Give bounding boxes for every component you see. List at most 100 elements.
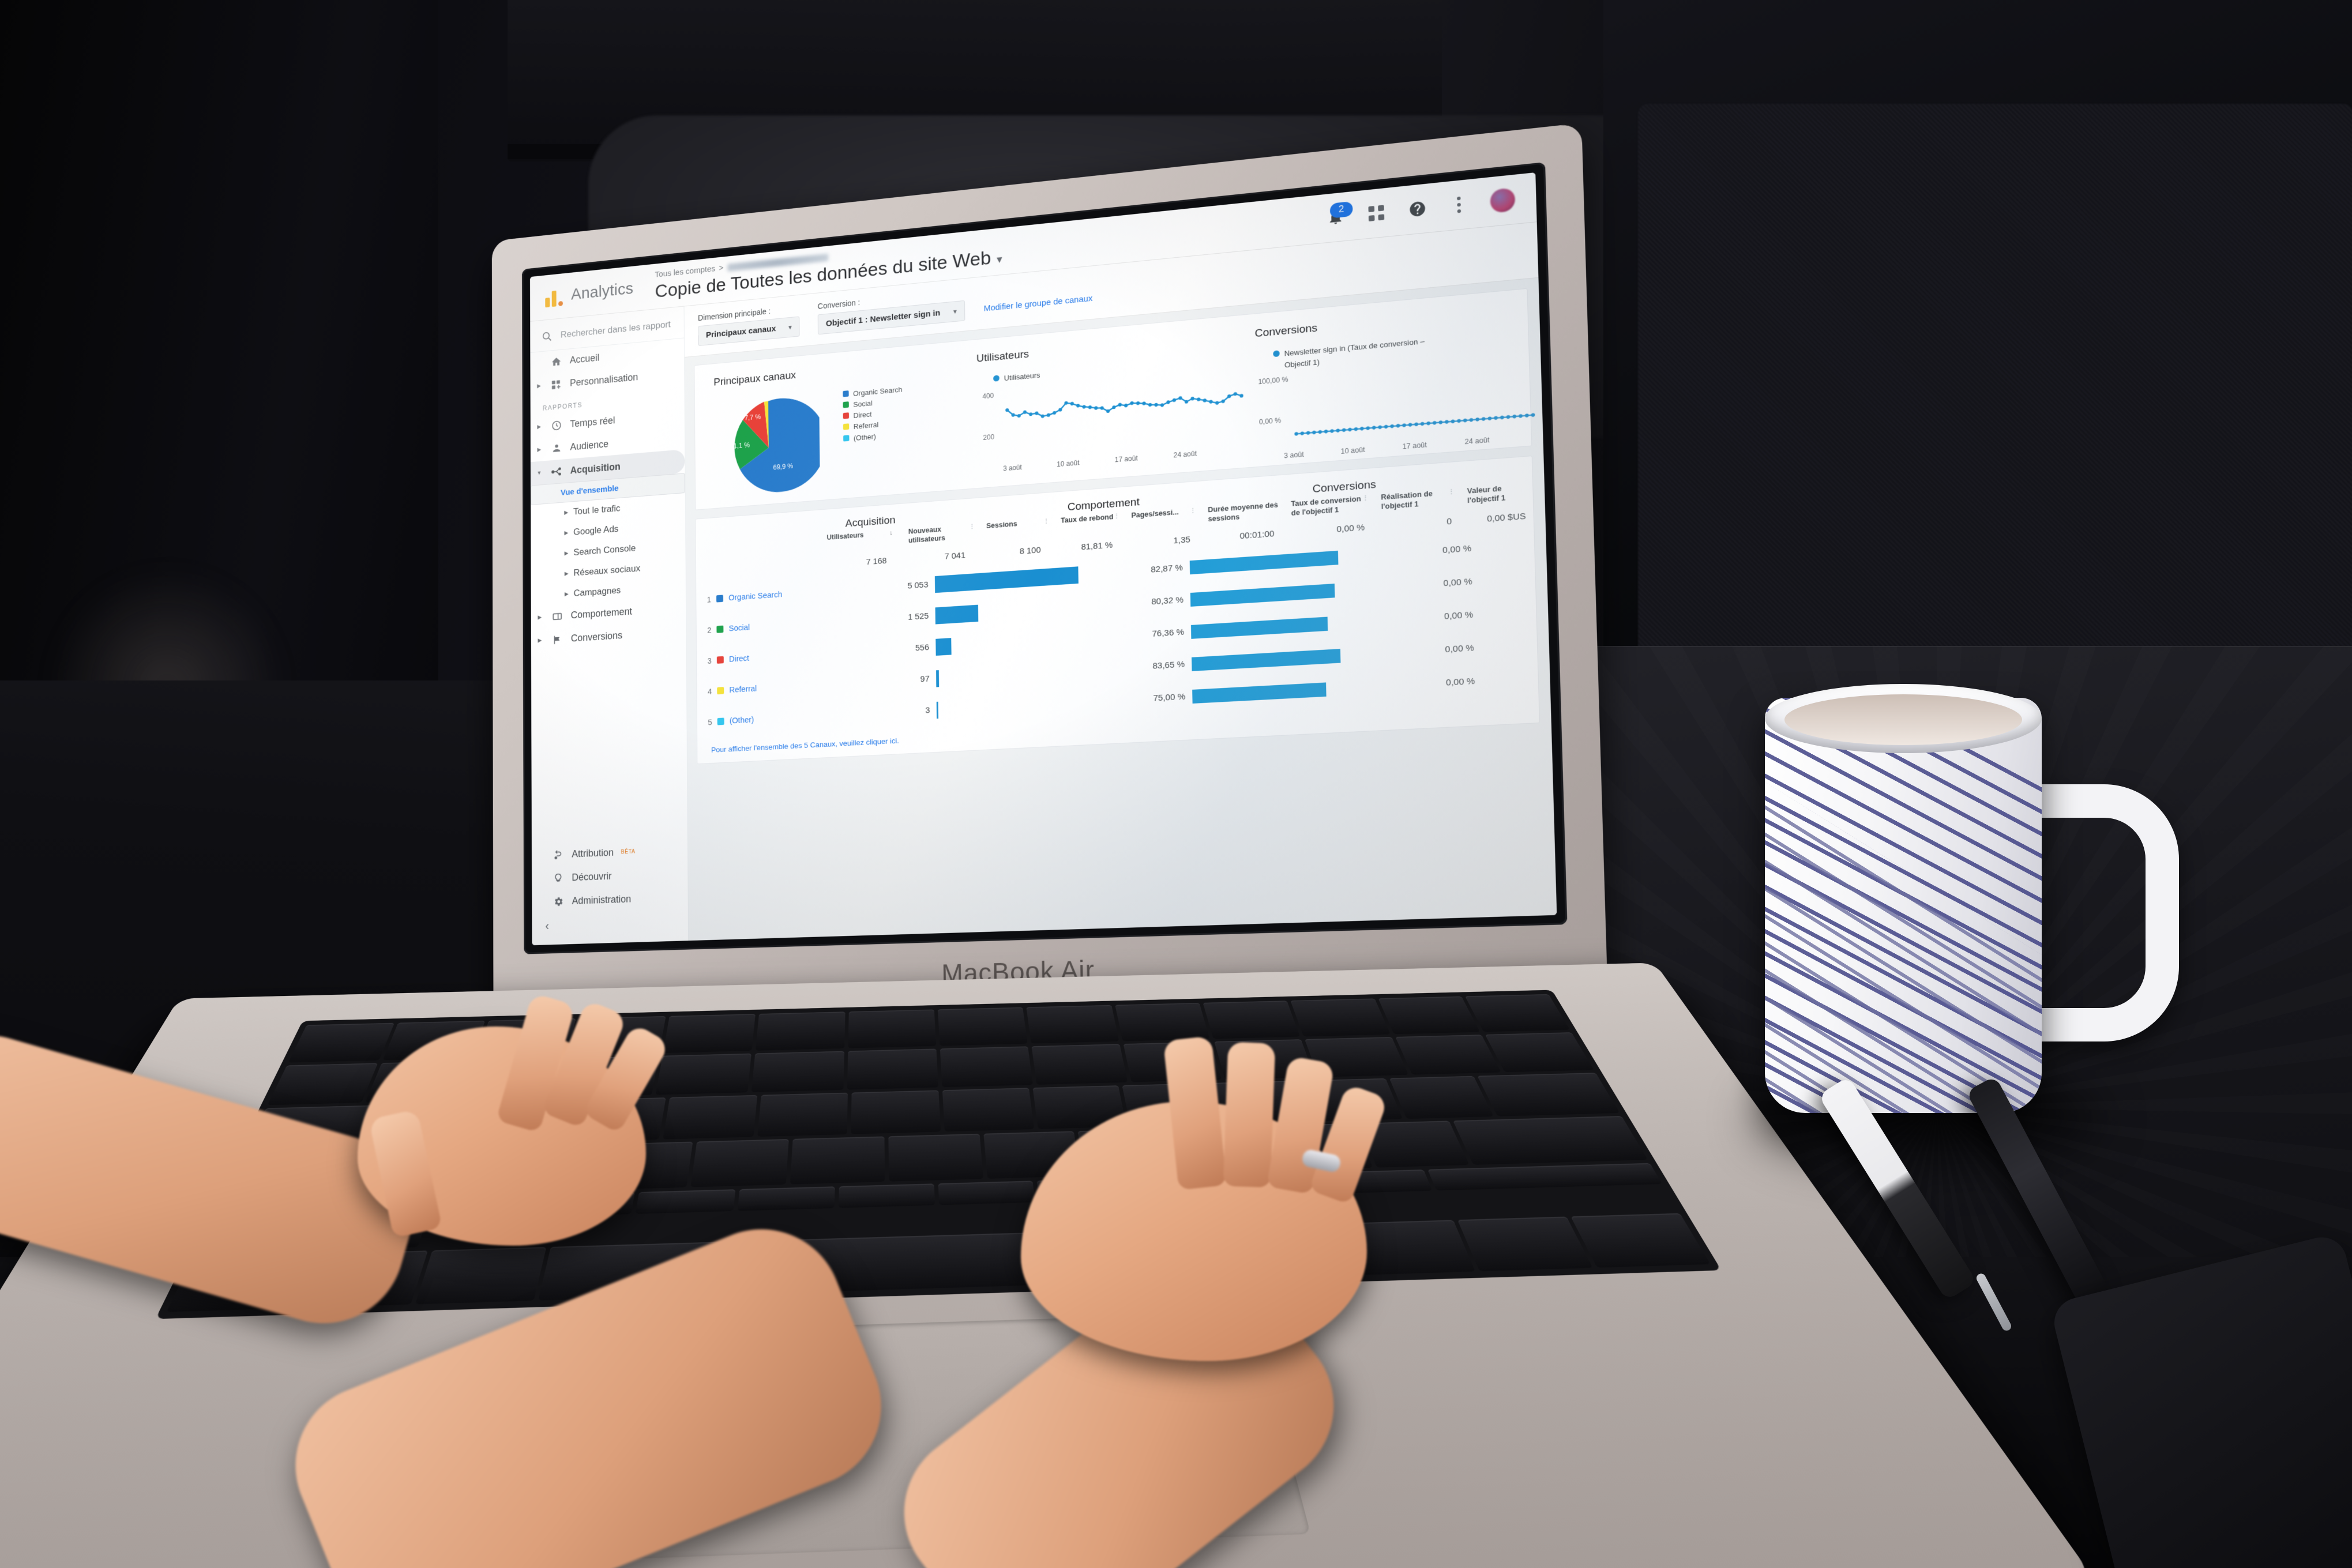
app-body: Rechercher dans les rapport Accueil ▶ Pe… <box>530 222 1557 946</box>
row-bounce-bar <box>1189 550 1339 574</box>
x-tick: 10 août <box>1340 445 1365 456</box>
keyboard-key[interactable] <box>851 1090 941 1135</box>
chevron-right-icon[interactable]: ▶ <box>564 509 568 516</box>
row-users-bar <box>935 604 978 625</box>
column-separator: ⋮ <box>1113 513 1120 521</box>
chevron-right-icon[interactable]: ▶ <box>565 591 569 597</box>
avatar[interactable] <box>1490 187 1516 213</box>
analytics-logo-icon <box>545 285 563 308</box>
keyboard-key[interactable] <box>751 1051 844 1093</box>
chevron-right-icon[interactable]: ▶ <box>536 614 543 621</box>
keyboard-key[interactable] <box>737 1186 835 1212</box>
keyboard-key[interactable] <box>1452 1116 1648 1165</box>
row-color-swatch <box>717 687 724 695</box>
y-tick-200: 200 <box>983 433 995 442</box>
person-icon <box>550 442 563 454</box>
keyboard-key[interactable] <box>1477 1073 1620 1117</box>
edit-channel-group-link[interactable]: Modifier le groupe de canaux <box>983 294 1092 313</box>
app-name: Analytics <box>570 279 634 304</box>
row-users-bar <box>934 566 1079 593</box>
col-realisation-objectif1[interactable]: ⋮ Réalisation de l'objectif 1 <box>1362 488 1456 512</box>
notifications-bell-icon[interactable]: 2 <box>1325 201 1353 228</box>
keyboard-key[interactable] <box>1485 1032 1594 1073</box>
conversion-value: Objectif 1 : Newsletter sign in <box>825 308 941 329</box>
sidebar-subitem-label: Campagnes <box>573 585 621 599</box>
row-bounce-bar <box>1192 682 1327 704</box>
sidebar-item-label: Découvrir <box>572 870 612 883</box>
chevron-right-icon[interactable]: ▶ <box>536 447 543 453</box>
sidebar-item-label: Temps réel <box>570 415 615 430</box>
y-tick-400: 400 <box>982 392 994 401</box>
row-bounce-bar <box>1190 616 1328 639</box>
x-tick: 24 août <box>1173 449 1197 460</box>
total-taux-conversion: 0,00 % <box>1336 522 1365 535</box>
row-channel-name[interactable]: Referral <box>729 684 757 694</box>
row-bounce-bar <box>1192 648 1341 671</box>
col-taux-conversion-objectif1[interactable]: ⋮ Taux de conversion de l'objectif 1 <box>1272 494 1370 519</box>
row-color-swatch <box>716 595 724 603</box>
sidebar-subitem-label: Vue d'ensemble <box>560 483 619 498</box>
chevron-right-icon[interactable]: ▶ <box>565 570 569 577</box>
chevron-right-icon[interactable]: ▶ <box>535 383 542 389</box>
left-hand <box>323 980 727 1280</box>
x-tick: 17 août <box>1402 441 1427 451</box>
keyboard-key[interactable] <box>847 1048 938 1090</box>
keyboard-key[interactable] <box>790 1136 885 1185</box>
sidebar-item-label: Accueil <box>569 352 600 366</box>
chevron-right-icon[interactable]: ▶ <box>564 530 568 536</box>
chevron-right-icon[interactable]: ▶ <box>565 550 569 556</box>
home-icon <box>550 356 563 368</box>
keyboard-key[interactable] <box>1378 996 1481 1035</box>
keyboard-key[interactable] <box>888 1134 983 1182</box>
row-bounce-value: 80,32 % <box>1151 595 1184 607</box>
col-nouveaux-utilisateurs[interactable]: ↓ Nouveaux utilisateurs <box>889 523 976 546</box>
keyboard-key[interactable] <box>1570 1213 1710 1268</box>
behavior-icon <box>550 610 563 622</box>
keyboard-key[interactable] <box>756 1012 846 1051</box>
chevron-right-icon[interactable]: ▶ <box>535 424 542 430</box>
row-channel-name[interactable]: (Other) <box>730 715 754 725</box>
chevron-down-icon[interactable]: ▾ <box>997 253 1002 266</box>
keyboard-key[interactable] <box>1290 998 1391 1037</box>
legend-label: (Other) <box>853 432 876 442</box>
keyboard-key[interactable] <box>1465 994 1570 1032</box>
conversions-chart-panel: Conversions Newsletter sign in (Taux de … <box>1233 299 1531 464</box>
row-channel-name[interactable]: Direct <box>729 654 749 664</box>
row-rank: 4 <box>707 686 712 696</box>
keyboard-key[interactable] <box>757 1092 848 1137</box>
keyboard-key[interactable] <box>848 1009 937 1048</box>
row-users-value: 5 053 <box>907 580 929 591</box>
laptop-lid: MacBook Air Analytics Tous les comptes > <box>491 123 1608 1021</box>
sidebar-collapse-chevron-left-icon[interactable]: ‹ <box>532 909 688 941</box>
row-users-bar <box>936 701 938 719</box>
keyboard-key[interactable] <box>838 1183 935 1209</box>
x-tick: 17 août <box>1114 454 1138 464</box>
total-realisation-objectif: 0 <box>1446 516 1452 527</box>
pie-label-social: 21,1 % <box>730 441 750 450</box>
sidebar-item-label: Attribution <box>572 847 614 860</box>
sidebar-item-label: Acquisition <box>570 460 621 476</box>
row-rank: 1 <box>707 595 711 604</box>
row-channel-name[interactable]: Organic Search <box>728 590 782 602</box>
sidebar-item-label: Administration <box>572 893 632 907</box>
keyboard-key[interactable] <box>1457 1216 1593 1272</box>
more-vert-icon[interactable] <box>1448 194 1470 216</box>
total-valeur-objectif: 0,00 $US <box>1486 511 1526 524</box>
pie-chart[interactable]: 69,9 % 21,1 % 7,7 % <box>718 392 827 503</box>
y-tick-100pct: 100,00 % <box>1258 375 1288 386</box>
chevron-right-icon[interactable]: ▶ <box>536 637 543 644</box>
row-conversion-rate: 0,00 % <box>1444 610 1474 622</box>
row-channel-name[interactable]: Social <box>729 623 750 633</box>
keyboard-key[interactable] <box>1427 1163 1663 1191</box>
apps-grid-icon[interactable] <box>1366 202 1387 224</box>
row-bounce-value: 76,36 % <box>1152 627 1185 639</box>
total-sessions: 8 100 <box>1019 545 1041 556</box>
col-valeur-objectif1[interactable]: ⋮ Valeur de l'objectif 1 <box>1448 483 1533 507</box>
help-icon[interactable] <box>1407 198 1428 220</box>
photo-scene: MacBook Air Analytics Tous les comptes > <box>0 0 2352 1568</box>
col-duree-moyenne[interactable]: ⋮ Durée moyenne des sessions <box>1190 501 1281 525</box>
chevron-down-icon[interactable]: ▼ <box>536 470 543 476</box>
x-tick: 24 août <box>1464 436 1490 446</box>
pie-chart-panel: Principaux canaux 69,9 % 21,1 % 7,7 % Or… <box>695 352 959 506</box>
chevron-down-icon: ▾ <box>953 308 957 315</box>
